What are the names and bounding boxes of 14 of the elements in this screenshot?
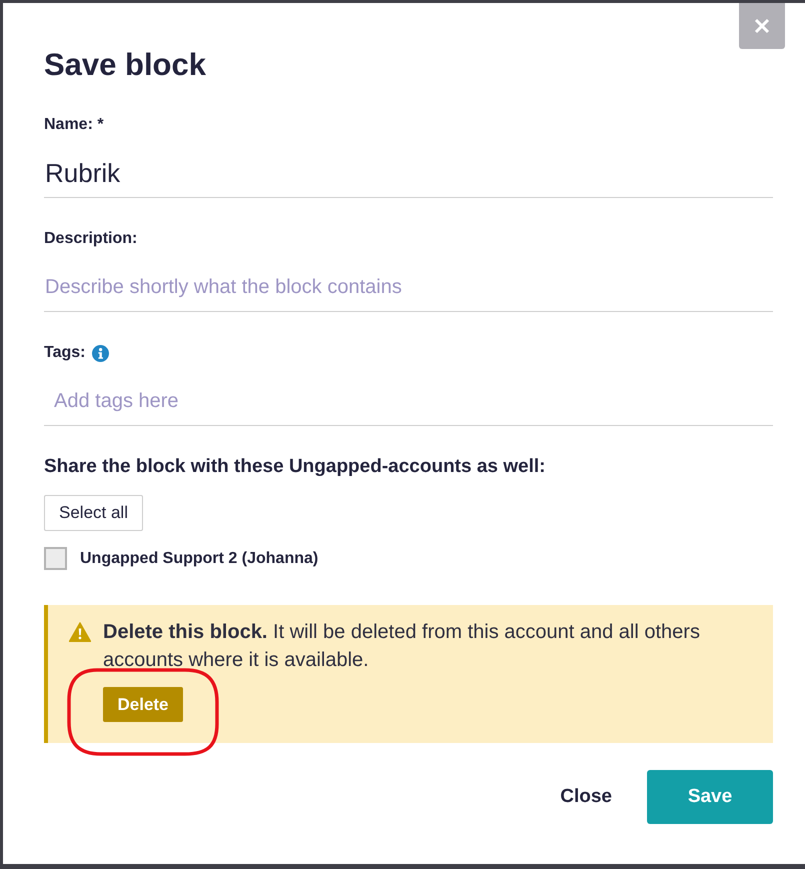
- text-input[interactable]: Rubrik: [44, 150, 773, 198]
- select-all-button[interactable]: Select all: [44, 495, 143, 531]
- field-label: Description:: [44, 229, 138, 249]
- warning-icon: [69, 622, 91, 642]
- dialog-title: Save block: [44, 46, 207, 84]
- close-text-button[interactable]: Close: [556, 782, 616, 812]
- close-icon: [754, 18, 770, 34]
- account-label[interactable]: Ungapped Support 2 (Johanna): [80, 550, 318, 568]
- delete-warning-text: Delete this block. It will be deleted from this account and all others accounts where it is available.: [103, 620, 701, 673]
- checkbox[interactable]: [44, 547, 67, 570]
- share-heading: Share the block with these Ungapped-accounts as well:: [44, 456, 546, 478]
- field-label: Tags:: [44, 343, 86, 363]
- close-button[interactable]: [739, 3, 785, 49]
- field-label: Name: *: [44, 115, 104, 135]
